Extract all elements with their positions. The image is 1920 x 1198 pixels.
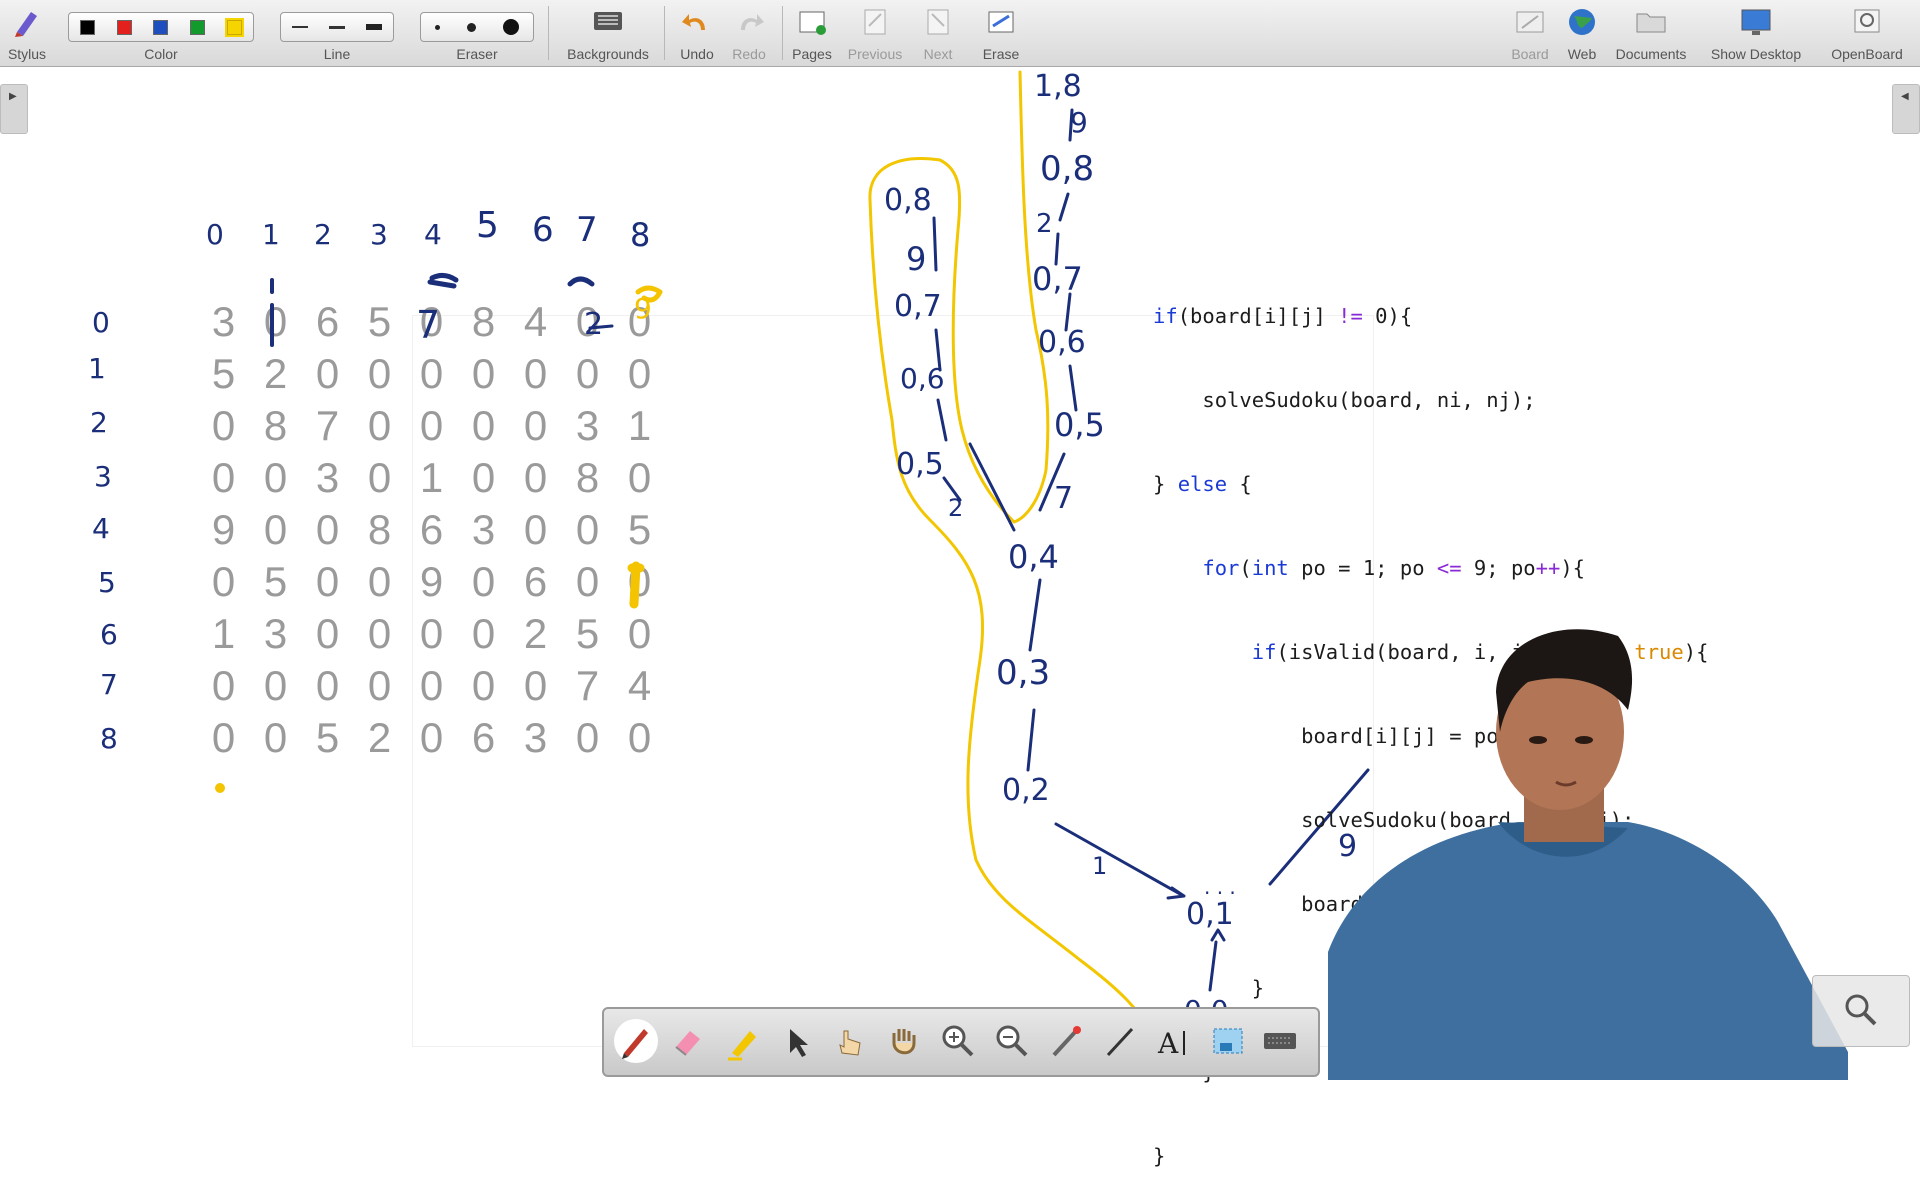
capture-icon (1213, 1028, 1243, 1054)
capture-tool-button[interactable] (1208, 1021, 1248, 1061)
pen-icon (622, 1029, 648, 1059)
text-tool-button[interactable]: A (1154, 1021, 1194, 1061)
text-icon: A (1157, 1027, 1185, 1060)
code-line: if(board[i][j] != 0){ (1153, 304, 1413, 328)
selector-tool-button[interactable] (776, 1021, 816, 1061)
hand-pointer-icon (839, 1030, 861, 1056)
pen-tool-button[interactable] (614, 1019, 658, 1063)
highlighter-tool-button[interactable] (722, 1021, 762, 1061)
tree-node: 0,8 (1040, 149, 1094, 189)
code-line: solveSudoku(board, ni, nj); (1153, 388, 1536, 412)
eraser-tool-button[interactable] (668, 1021, 708, 1061)
magnifier-icon (1845, 994, 1877, 1026)
drawing-tools-bar: A (602, 1007, 1320, 1077)
line-icon (1106, 1027, 1134, 1057)
tree-node: 0,5 (896, 447, 944, 482)
tree-node: 0,4 (1008, 538, 1059, 576)
edge-label: 7 (1054, 481, 1073, 516)
tree-node: 0,7 (1032, 260, 1083, 298)
eraser-icon (675, 1031, 700, 1056)
keyboard-icon (1264, 1033, 1296, 1049)
highlighter-icon (728, 1031, 756, 1061)
zoom-in-button[interactable] (938, 1021, 978, 1061)
tree-node: 0,6 (1038, 325, 1086, 360)
line-tool-button[interactable] (1100, 1021, 1140, 1061)
pan-hand-icon (892, 1029, 916, 1055)
tree-node: 0,3 (996, 653, 1050, 693)
edge-label: 9 (1070, 106, 1088, 139)
tree-node: 0,8 (884, 183, 932, 218)
edge-label: 9 (906, 240, 926, 278)
tree-node: 0,6 (900, 362, 945, 395)
tree-node: 0,5 (1054, 406, 1105, 444)
laser-tool-button[interactable] (1046, 1021, 1086, 1061)
svg-text:A: A (1157, 1027, 1179, 1060)
edge-label: 1 (1092, 852, 1107, 880)
interact-tool-button[interactable] (830, 1021, 870, 1061)
tree-node: 1,8 (1034, 69, 1082, 104)
tree-node: 0,7 (894, 289, 942, 324)
zoom-out-button[interactable] (992, 1021, 1032, 1061)
code-line: } (1153, 1144, 1166, 1168)
virtual-keyboard-button[interactable] (1260, 1021, 1300, 1061)
code-line: for(int po = 1; po <= 9; po++){ (1202, 556, 1586, 580)
zoom-in-icon (942, 1025, 974, 1057)
code-line: } else { (1153, 472, 1252, 496)
edge-label: 2 (948, 494, 963, 522)
edge-label: 2 (1036, 209, 1053, 239)
zoom-out-icon (996, 1025, 1028, 1057)
tree-node: 0,2 (1002, 773, 1050, 808)
pan-tool-button[interactable] (884, 1021, 924, 1061)
tree-edge (932, 216, 1016, 532)
laser-icon (1052, 1026, 1081, 1057)
pointer-icon (790, 1029, 808, 1057)
zoom-overlay-button[interactable] (1812, 975, 1910, 1047)
